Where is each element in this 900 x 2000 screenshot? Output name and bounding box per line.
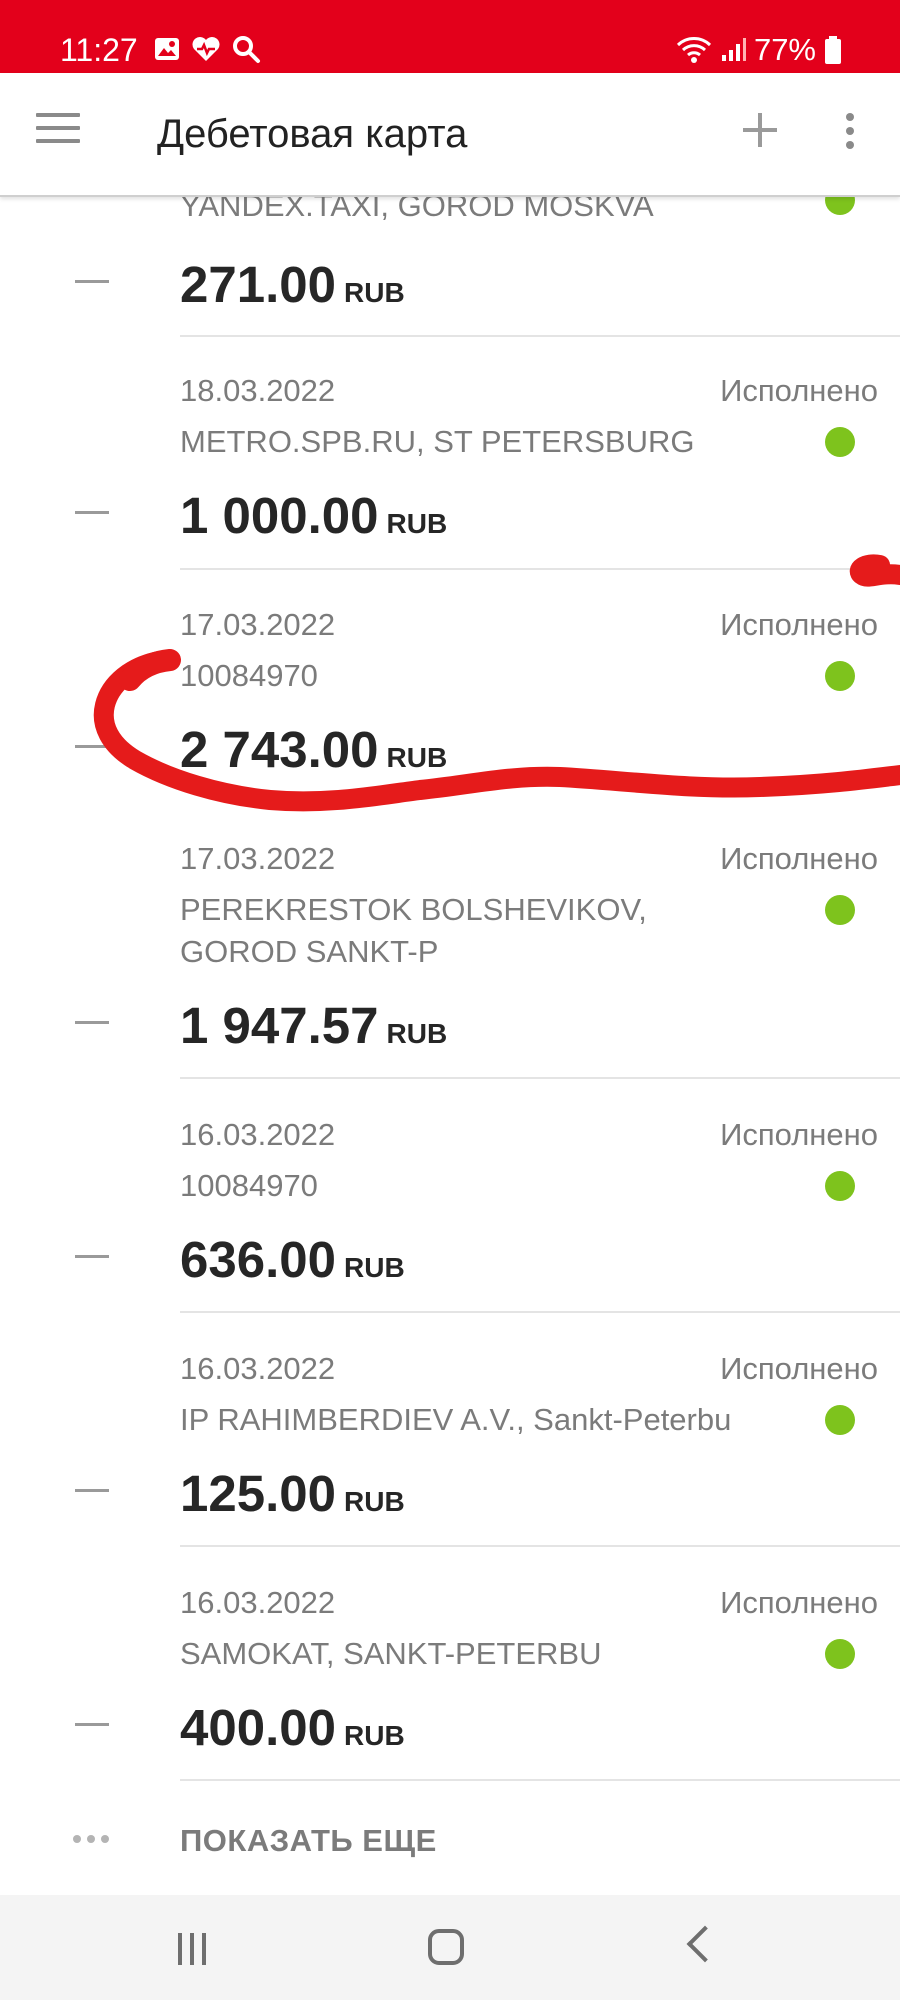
transaction-status: Исполнено — [720, 841, 878, 876]
transaction-merchant: PEREKRESTOK BOLSHEVIKOV, GOROD SANKT-P — [180, 892, 647, 969]
status-dot — [825, 661, 855, 691]
status-time: 11:27 — [60, 32, 138, 68]
wifi-icon — [676, 37, 711, 63]
more-horiz-icon — [73, 1835, 109, 1843]
transaction-status: Исполнено — [720, 1117, 878, 1152]
status-dot — [825, 1639, 855, 1669]
battery-percent: 77% — [753, 32, 816, 67]
transaction-amount: 271.00 RUB — [180, 256, 405, 313]
minus-icon — [75, 280, 109, 283]
transaction-amount: 1 947.57 RUB — [180, 997, 448, 1054]
minus-icon — [75, 745, 109, 748]
recents-icon[interactable] — [178, 1933, 208, 1965]
transaction-date: 17.03.2022 — [180, 607, 336, 642]
status-dot — [825, 1405, 855, 1435]
transaction-amount: 125.00 RUB — [180, 1465, 405, 1522]
gallery-icon — [155, 38, 179, 60]
transaction-status: Исполнено — [720, 1585, 878, 1620]
status-dot — [825, 1171, 855, 1201]
red-scribble-annotation — [93, 554, 900, 812]
show-more-label: ПОКАЗАТЬ ЕЩЕ — [180, 1823, 437, 1858]
transaction-date: 16.03.2022 — [180, 1585, 336, 1620]
divider — [180, 1311, 900, 1313]
transaction-amount: 636.00 RUB — [180, 1231, 405, 1288]
transaction-date: 18.03.2022 — [180, 373, 336, 408]
transaction-date: 17.03.2022 — [180, 841, 336, 876]
transaction-merchant: 10084970 — [180, 1168, 318, 1203]
minus-icon — [75, 1255, 109, 1258]
page-title: Дебетовая карта — [157, 112, 468, 156]
plus-icon[interactable] — [740, 111, 780, 151]
transaction-amount: 400.00 RUB — [180, 1699, 405, 1756]
transaction-status: Исполнено — [720, 607, 878, 642]
minus-icon — [75, 1021, 109, 1024]
transaction-merchant: METRO.SPB.RU, ST PETERSBURG — [180, 424, 695, 459]
divider — [180, 1545, 900, 1547]
transaction-status: Исполнено — [720, 1351, 878, 1386]
status-dot — [825, 427, 855, 457]
divider — [180, 1077, 900, 1079]
search-icon — [233, 36, 260, 63]
app-bar: Дебетовая карта — [0, 73, 900, 197]
status-dot — [825, 895, 855, 925]
divider — [180, 568, 900, 570]
divider — [180, 1779, 900, 1781]
navigation-bar — [0, 1895, 900, 2000]
status-bar: 11:27 77% — [0, 0, 900, 73]
transaction-status: Исполнено — [720, 373, 878, 408]
home-icon[interactable] — [428, 1929, 464, 1965]
transaction-merchant: IP RAHIMBERDIEV A.V., Sankt-Peterbu — [180, 1402, 732, 1437]
transaction-merchant: SAMOKAT, SANKT-PETERBU — [180, 1636, 602, 1671]
show-more-button[interactable]: ПОКАЗАТЬ ЕЩЕ — [0, 1818, 900, 1868]
transaction-date: 16.03.2022 — [180, 1351, 336, 1386]
menu-icon[interactable] — [36, 113, 80, 153]
signal-icon — [721, 38, 746, 61]
divider — [180, 335, 900, 337]
battery-icon — [825, 36, 841, 64]
transaction-amount: 1 000.00 RUB — [180, 487, 448, 544]
more-vert-icon[interactable] — [846, 113, 856, 153]
minus-icon — [75, 1489, 109, 1492]
transaction-amount: 2 743.00 RUB — [180, 721, 448, 778]
back-icon[interactable] — [686, 1925, 724, 1963]
minus-icon — [75, 1723, 109, 1726]
transaction-date: 16.03.2022 — [180, 1117, 336, 1152]
minus-icon — [75, 511, 109, 514]
transaction-merchant: 10084970 — [180, 658, 318, 693]
health-icon — [192, 37, 220, 61]
